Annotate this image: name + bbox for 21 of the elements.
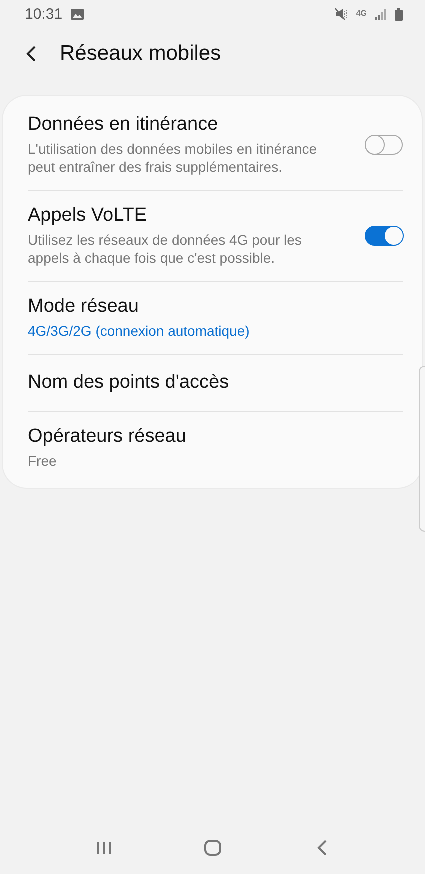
setting-title[interactable]: Opérateurs réseau bbox=[28, 426, 403, 448]
image-icon bbox=[70, 8, 84, 20]
recent-apps-icon[interactable] bbox=[96, 840, 112, 856]
mute-icon bbox=[335, 8, 348, 20]
battery-icon bbox=[395, 8, 403, 20]
setting-value: 4G/3G/2G (connexion automatique) bbox=[28, 322, 251, 340]
toggle-switch[interactable] bbox=[365, 226, 403, 246]
edge-panel-handle[interactable] bbox=[419, 366, 425, 532]
setting-summary: Free bbox=[28, 452, 58, 470]
toggle-switch[interactable] bbox=[365, 135, 403, 155]
status-time: 10:31 bbox=[25, 6, 63, 22]
home-icon[interactable] bbox=[204, 839, 222, 857]
setting-title[interactable]: Appels VoLTE bbox=[28, 205, 345, 227]
page-title: Réseaux mobiles bbox=[60, 42, 222, 66]
setting-summary: L'utilisation des données mobiles en itinérance peut entraîner des frais supplémentaires. bbox=[28, 140, 318, 176]
setting-title[interactable]: Données en itinérance bbox=[28, 114, 345, 136]
setting-summary: Utilisez les réseaux de données 4G pour les appels à chaque fois que c'est possible. bbox=[28, 231, 303, 267]
setting-title[interactable]: Mode réseau bbox=[28, 296, 403, 318]
network-type: 4G bbox=[356, 10, 367, 18]
setting-title[interactable]: Nom des points d'accès bbox=[28, 372, 403, 394]
signal-icon bbox=[375, 8, 387, 20]
